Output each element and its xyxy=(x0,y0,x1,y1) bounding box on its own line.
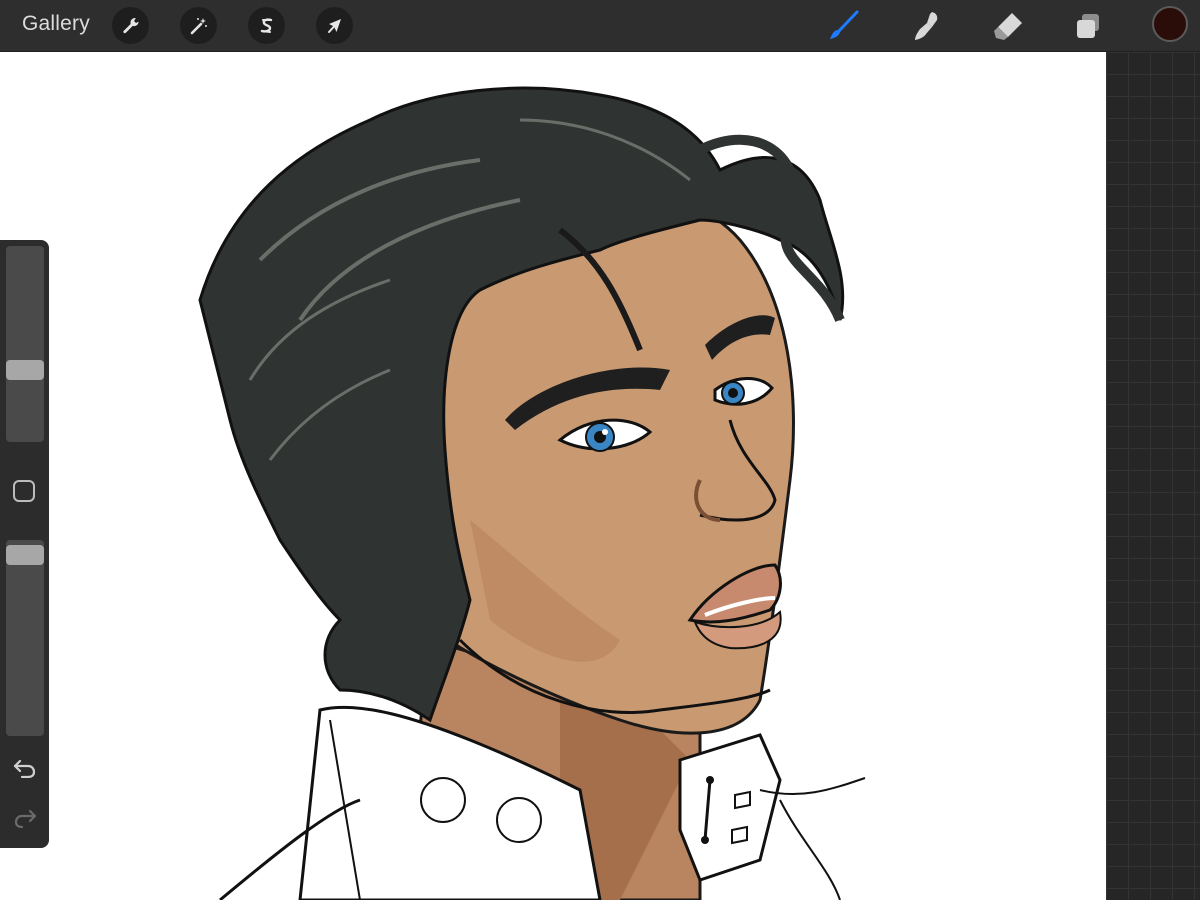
brush-size-slider-thumb[interactable] xyxy=(6,360,44,381)
eraser-icon[interactable] xyxy=(988,6,1028,46)
drawing-canvas[interactable] xyxy=(0,52,1106,900)
redo-icon[interactable] xyxy=(12,806,38,830)
gallery-button[interactable]: Gallery xyxy=(22,12,90,36)
opacity-slider-thumb[interactable] xyxy=(6,545,44,566)
modify-square-icon[interactable] xyxy=(13,480,35,502)
undo-icon[interactable] xyxy=(12,756,38,780)
opacity-slider[interactable] xyxy=(6,540,44,736)
workspace-grid xyxy=(1106,52,1200,900)
magic-wand-icon[interactable] xyxy=(180,7,217,44)
smudge-icon[interactable] xyxy=(906,6,946,46)
left-sidebar xyxy=(0,240,49,848)
brush-icon[interactable] xyxy=(824,6,864,46)
color-picker-swatch[interactable] xyxy=(1152,6,1188,42)
brush-size-slider[interactable] xyxy=(6,246,44,442)
artwork-illustration xyxy=(198,86,866,900)
top-toolbar: Gallery xyxy=(0,0,1200,52)
arrow-cursor-icon[interactable] xyxy=(316,7,353,44)
wrench-icon[interactable] xyxy=(112,7,149,44)
layers-icon[interactable] xyxy=(1068,6,1108,46)
selection-s-icon[interactable] xyxy=(248,7,285,44)
